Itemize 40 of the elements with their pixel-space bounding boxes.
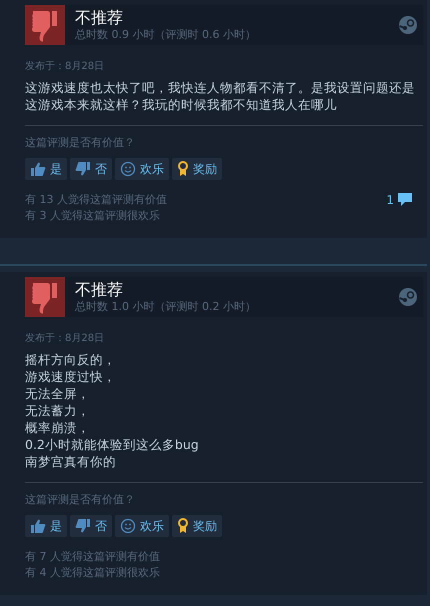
review-text-line: 概率崩溃， xyxy=(25,419,91,436)
comment-icon xyxy=(397,192,413,208)
thumbs-down-icon xyxy=(75,161,91,177)
award-icon xyxy=(177,518,189,534)
review-verdict: 不推荐 xyxy=(75,280,124,300)
yes-button[interactable]: 是 xyxy=(25,158,67,180)
award-button[interactable]: 奖励 xyxy=(172,158,222,180)
thumbs-up-icon xyxy=(30,518,46,534)
review-text-line: 无法蓄力， xyxy=(25,402,91,419)
no-button[interactable]: 否 xyxy=(70,158,112,180)
thumbs-up-icon xyxy=(30,161,46,177)
review-text-line: 南梦宫真有你的 xyxy=(25,453,117,470)
yes-button[interactable]: 是 xyxy=(25,515,67,537)
smiley-icon xyxy=(120,518,136,534)
playtime-text: 总时数 1.0 小时（评测时 0.2 小时） xyxy=(75,300,257,314)
award-icon xyxy=(177,161,189,177)
helpful-question: 这篇评测是否有价值？ xyxy=(25,493,136,507)
funny-count: 有 4 人觉得这篇评测很欢乐 xyxy=(25,565,160,581)
playtime-text: 总时数 0.9 小时（评测时 0.6 小时） xyxy=(75,28,257,42)
funny-button[interactable]: 欢乐 xyxy=(115,158,169,180)
funny-button[interactable]: 欢乐 xyxy=(115,515,169,537)
review-text-line: 摇杆方向反的， xyxy=(25,351,117,368)
posted-date: 发布于：8月28日 xyxy=(25,60,106,74)
steam-logo-icon xyxy=(399,288,417,306)
review-verdict: 不推荐 xyxy=(75,8,124,28)
no-button[interactable]: 否 xyxy=(70,515,112,537)
thumbs-down-icon xyxy=(75,518,91,534)
helpful-count: 有 13 人觉得这篇评测有价值 xyxy=(25,192,167,208)
review-text-line: 游戏速度过快， xyxy=(25,368,117,385)
helpful-count: 有 7 人觉得这篇评测有价值 xyxy=(25,549,160,565)
steam-logo-icon xyxy=(399,16,417,34)
helpful-question: 这篇评测是否有价值？ xyxy=(25,136,136,150)
smiley-icon xyxy=(120,161,136,177)
posted-date: 发布于：8月28日 xyxy=(25,332,106,346)
comments-link[interactable]: 1 xyxy=(386,192,413,208)
award-button[interactable]: 奖励 xyxy=(172,515,222,537)
review-text-line: 无法全屏， xyxy=(25,385,91,402)
review-text-line: 0.2小时就能体验到这么多bug xyxy=(25,436,200,453)
funny-count: 有 3 人觉得这篇评测很欢乐 xyxy=(25,208,161,224)
review-text-line: 这游戏速度也太快了吧，我快连人物都看不清了。是我设置问题还是这游戏本来就这样？我玩的时候我都不知道我人在哪儿 xyxy=(25,79,415,113)
